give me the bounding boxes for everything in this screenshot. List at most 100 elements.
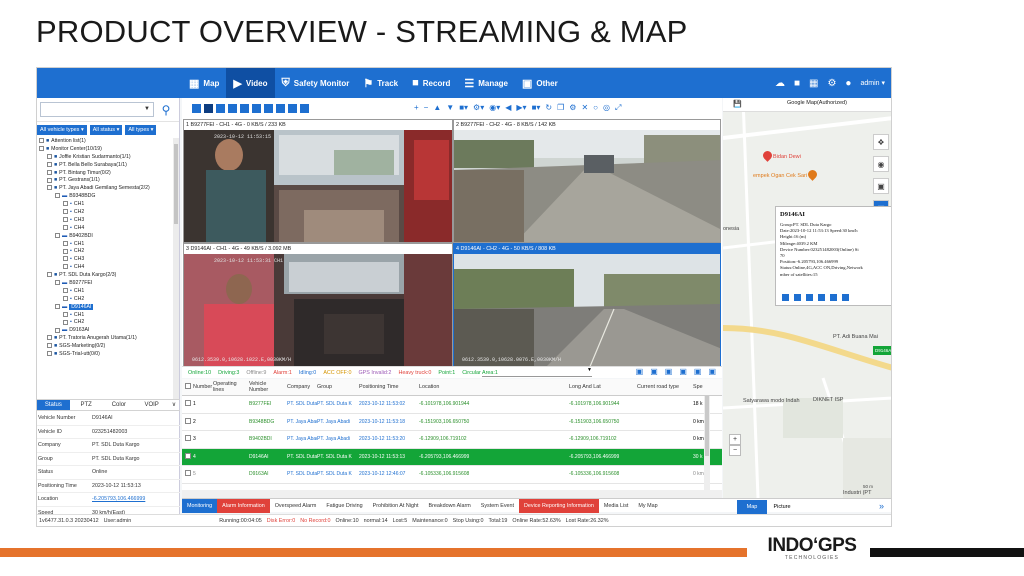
- tree-item[interactable]: ▪ CH4: [37, 264, 180, 272]
- tree-checkbox[interactable]: [55, 193, 60, 199]
- nav-item-other[interactable]: ▣ Other: [515, 68, 565, 98]
- row-checkbox[interactable]: [185, 417, 191, 424]
- column-header[interactable]: Long And Lat: [569, 384, 637, 390]
- grid-icon[interactable]: ▦: [809, 78, 818, 89]
- tree-checkbox[interactable]: [47, 351, 52, 357]
- tree-item[interactable]: ■ Attention list(1): [37, 138, 180, 146]
- tree-checkbox[interactable]: [55, 327, 60, 333]
- tab-system-event[interactable]: System Event: [476, 499, 519, 513]
- tab-monitoring[interactable]: Monitoring: [182, 498, 218, 513]
- tree-item[interactable]: ▬ B9348BDG: [37, 193, 180, 201]
- tab-picture[interactable]: Picture: [767, 500, 797, 514]
- audio-icon[interactable]: [806, 294, 813, 301]
- filter-dropdown[interactable]: All types ▾: [125, 125, 157, 135]
- tree-item[interactable]: ■ Joffie Kristian Sudarmanto(1/1): [37, 154, 180, 162]
- select-checkbox[interactable]: [182, 470, 193, 478]
- column-header[interactable]: Company: [287, 384, 317, 390]
- layout-16-button[interactable]: [276, 103, 285, 113]
- list-icon[interactable]: ▣: [636, 367, 644, 376]
- tree-checkbox[interactable]: [47, 161, 52, 167]
- row-checkbox[interactable]: [185, 452, 191, 459]
- gear-icon[interactable]: ⚙: [827, 78, 836, 89]
- column-header[interactable]: Vehicle Number: [249, 381, 287, 393]
- compass-icon[interactable]: ◉: [873, 156, 889, 172]
- tab-overspeed-alarm[interactable]: Overspeed Alarm: [270, 499, 322, 513]
- video-tool-button[interactable]: −: [424, 103, 429, 113]
- map-provider-select[interactable]: Google Map(Authorized): [783, 100, 888, 110]
- tree-checkbox[interactable]: [63, 311, 68, 317]
- video-tool-button[interactable]: ✕: [581, 103, 588, 113]
- tab-device-reporting-information[interactable]: Device Reporting Information: [519, 498, 599, 513]
- video-tool-button[interactable]: ❐: [557, 103, 564, 113]
- select-all-checkbox[interactable]: [185, 383, 191, 389]
- video-tool-button[interactable]: ⚙▾: [473, 103, 484, 113]
- tab-my-map[interactable]: My Map: [633, 499, 662, 513]
- tree-item[interactable]: ■ Monitor Center(10/19): [37, 146, 180, 154]
- status-filter[interactable]: GPS Invalid:2: [358, 370, 391, 376]
- video-tool-button[interactable]: ⚙: [569, 103, 576, 113]
- tree-item[interactable]: ▪ CH2: [37, 209, 180, 217]
- row-checkbox[interactable]: [185, 400, 191, 407]
- tab-alarm-information[interactable]: Alarm Information: [217, 498, 270, 513]
- row-checkbox[interactable]: [185, 435, 191, 442]
- table-row[interactable]: 1 B9277FEI PT. SDL Duta KPT. SDL Duta K 202…: [182, 396, 722, 414]
- select-checkbox[interactable]: [182, 417, 193, 426]
- video-tool-button[interactable]: ◉▾: [489, 103, 500, 113]
- edit-icon[interactable]: ▣: [679, 367, 687, 376]
- tab-breakdown-alarm[interactable]: Breakdown Alarm: [424, 499, 476, 513]
- tree-item[interactable]: ▬ D9163AI: [37, 327, 180, 335]
- video-icon[interactable]: [782, 294, 789, 301]
- tree-checkbox[interactable]: [63, 288, 68, 294]
- tree-checkbox[interactable]: [63, 209, 68, 215]
- table-row[interactable]: 5 D9163AI PT. SDL Duta KPT. SDL Duta K 2023…: [182, 466, 722, 484]
- column-header[interactable]: Location: [419, 384, 569, 390]
- table-row[interactable]: 4 D9146AI PT. SDL Duta KPT. SDL Duta K 2023…: [182, 448, 722, 466]
- tree-item[interactable]: ▪ CH1: [37, 288, 180, 296]
- tab-voip[interactable]: VOIP: [135, 400, 168, 410]
- layout-25-button[interactable]: [288, 103, 297, 113]
- layout-6-button[interactable]: [216, 103, 225, 113]
- video-tool-button[interactable]: ▶▾: [516, 103, 526, 113]
- scrollbar-thumb[interactable]: [174, 144, 178, 224]
- map-panel[interactable]: 💾 Google Map(Authorized) ❖ ◉ ▣ ▦ Bidan D…: [723, 98, 891, 498]
- layout-10-button[interactable]: [252, 103, 261, 113]
- layout-8-button[interactable]: [228, 103, 237, 113]
- layout-9-button[interactable]: [240, 103, 249, 113]
- tree-checkbox[interactable]: [63, 248, 68, 254]
- tree-item[interactable]: ▪ CH1: [37, 201, 180, 209]
- tree-item[interactable]: ▪ CH1: [37, 241, 180, 249]
- column-header[interactable]: Current road type: [637, 384, 693, 390]
- nav-item-track[interactable]: ⚑ Track: [356, 68, 405, 98]
- tree-item[interactable]: ▬ D9146AI: [37, 303, 180, 312]
- message-icon[interactable]: [830, 294, 837, 301]
- tree-item[interactable]: ▬ B9402BDI: [37, 233, 180, 241]
- tree-item[interactable]: ▪ CH2: [37, 296, 180, 304]
- layers-icon[interactable]: ❖: [873, 134, 889, 150]
- status-filter[interactable]: Idling:0: [299, 370, 316, 376]
- tree-item[interactable]: ■ SGS-Trial-utt(0/0): [37, 351, 180, 359]
- tree-checkbox[interactable]: [47, 169, 52, 175]
- tree-checkbox[interactable]: [47, 177, 52, 183]
- video-cell-2[interactable]: 2 B9277FEI - CH2 - 4G - 8 KB/S / 142 KB: [453, 119, 721, 243]
- nav-item-record[interactable]: ■ Record: [405, 68, 457, 98]
- more-icon[interactable]: [842, 294, 849, 301]
- video-cell-1[interactable]: 1 B9277FEI - CH1 - 4G - 0 KB/S / 233 KB …: [183, 119, 453, 243]
- scrollbar-thumb[interactable]: [705, 396, 709, 456]
- tab-status[interactable]: Status: [37, 400, 70, 410]
- save-icon[interactable]: 💾: [733, 100, 742, 108]
- tree-item[interactable]: ■ SGS-Marketing(0/2): [37, 343, 180, 351]
- status-select[interactable]: ▼: [482, 367, 592, 377]
- select-checkbox[interactable]: [182, 452, 193, 461]
- shirt-icon[interactable]: ■: [794, 78, 800, 89]
- tree-item[interactable]: ▪ CH3: [37, 256, 180, 264]
- layout-1-button[interactable]: [192, 103, 201, 113]
- camera-icon[interactable]: ▣: [873, 178, 889, 194]
- info-value[interactable]: -6.205793,106.466999: [92, 493, 145, 506]
- select-checkbox[interactable]: [182, 400, 193, 408]
- column-header[interactable]: Spe: [693, 384, 713, 390]
- tree-item[interactable]: ■ PT. Gestrans(1/1): [37, 177, 180, 185]
- status-filter[interactable]: Driving:3: [218, 370, 239, 376]
- row-checkbox[interactable]: [185, 470, 191, 477]
- tree-item[interactable]: ▬ B9277FEI: [37, 280, 180, 288]
- status-filter[interactable]: Alarm:1: [273, 370, 292, 376]
